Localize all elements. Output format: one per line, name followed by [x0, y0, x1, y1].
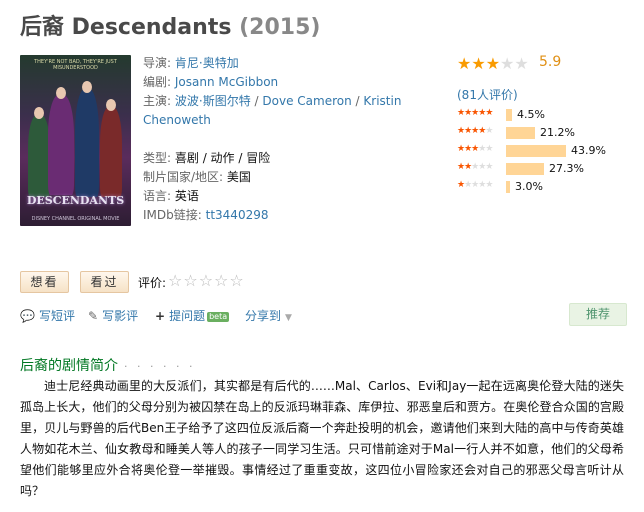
- rating-percent: 21.2%: [540, 126, 575, 139]
- synopsis-heading-dots: · · · · · ·: [124, 360, 196, 373]
- toolbar: 💬 写短评 ✎ 写影评 + 提问题 beta 分享到 ▼ 推荐: [20, 303, 627, 326]
- country-value: 美国: [226, 170, 251, 184]
- rating-percent: 27.3%: [549, 162, 584, 175]
- movie-title: 后裔 Descendants: [20, 15, 232, 40]
- small-stars-icon: ★★★★★: [457, 144, 493, 154]
- country-row: 制片国家/地区: 美国: [143, 168, 393, 187]
- rating-percent: 3.0%: [515, 180, 543, 193]
- poster-logo: DESCENDANTS: [26, 194, 125, 207]
- poster-figure: [28, 115, 50, 197]
- rating-bar: [506, 145, 566, 157]
- chevron-down-icon: ▼: [285, 313, 292, 323]
- country-label: 制片国家/地区:: [143, 170, 224, 184]
- cast-row-wrap-spacer: [143, 130, 393, 149]
- small-stars-icon: ★★★★★: [457, 162, 493, 172]
- movie-info: 导演: 肯尼·奥特加 编剧: Josann McGibbon 主演: 波波·斯图…: [143, 54, 401, 225]
- rating-stars: ★★★★★: [457, 54, 529, 73]
- rating-dist-row: ★★★★★ 21.2%: [457, 126, 627, 140]
- rating-bar: [506, 127, 535, 139]
- star-icon: ★: [500, 54, 515, 73]
- rating-dist-row: ★★★★★ 4.5%: [457, 108, 627, 122]
- star-icon: ★: [457, 54, 472, 73]
- rate-label: 评价:: [138, 276, 167, 290]
- language-label: 语言:: [143, 189, 172, 203]
- writer-row: 编剧: Josann McGibbon: [143, 73, 393, 92]
- poster-figure: [75, 89, 99, 197]
- poster-tagline: THEY'RE NOT BAD, THEY'RE JUST MISUNDERST…: [34, 59, 117, 71]
- genre-value: 喜剧 / 动作 / 冒险: [174, 151, 271, 165]
- genre-label: 类型:: [143, 151, 172, 165]
- director-label: 导演:: [143, 56, 172, 70]
- small-stars-icon: ★★★★★: [457, 180, 493, 190]
- poster-face: [82, 81, 92, 93]
- share-label: 分享到: [245, 309, 282, 323]
- director-row: 导演: 肯尼·奥特加: [143, 54, 393, 73]
- comment-icon: 💬: [20, 309, 35, 323]
- page-title: 后裔 Descendants (2015): [20, 9, 320, 41]
- cast-link[interactable]: 波波·斯图尔特: [175, 94, 251, 108]
- rating-count-link[interactable]: (81人评价): [457, 88, 518, 102]
- write-review-link[interactable]: ✎ 写影评: [88, 307, 138, 324]
- star-icon: ★: [471, 54, 486, 73]
- write-short-review-link[interactable]: 💬 写短评: [20, 307, 75, 324]
- poster-face: [106, 99, 116, 111]
- imdb-row: IMDb链接: tt3440298: [143, 206, 393, 225]
- poster-figure: [100, 107, 122, 197]
- rating-dist-row: ★★★★★ 3.0%: [457, 180, 627, 194]
- rating-bar: [506, 181, 510, 193]
- writer-link[interactable]: Josann McGibbon: [175, 75, 278, 89]
- synopsis-text: 迪士尼经典动画里的大反派们，其实都是有后代的……Mal、Carlos、Evi和J…: [20, 379, 624, 498]
- cast-link[interactable]: Dove Cameron: [262, 94, 351, 108]
- rating-dist-row: ★★★★★ 27.3%: [457, 162, 627, 176]
- poster-face: [34, 107, 44, 119]
- plus-icon: +: [155, 309, 166, 323]
- synopsis-heading-text: 后裔的剧情简介: [20, 358, 118, 374]
- rating-bar: [506, 163, 544, 175]
- watched-button[interactable]: 看过: [80, 271, 129, 293]
- rating-count: (81人评价): [457, 86, 518, 103]
- star-icon: ★: [485, 54, 501, 73]
- imdb-label: IMDb链接:: [143, 208, 202, 222]
- rating-bar: [506, 109, 512, 121]
- ask-question-link[interactable]: + 提问题 beta: [155, 307, 230, 324]
- movie-year: (2015): [239, 15, 321, 40]
- share-dropdown[interactable]: 分享到 ▼: [245, 307, 292, 324]
- rating-percent: 43.9%: [571, 144, 606, 157]
- poster-figure: [48, 95, 74, 195]
- poster-face: [56, 87, 66, 99]
- rate-stars-input[interactable]: ☆☆☆☆☆: [168, 271, 245, 290]
- cast-separator: /: [355, 94, 360, 108]
- imdb-link[interactable]: tt3440298: [206, 208, 269, 222]
- pencil-icon: ✎: [88, 309, 99, 323]
- write-review-label: 写影评: [102, 309, 139, 323]
- genre-row: 类型: 喜剧 / 动作 / 冒险: [143, 149, 393, 168]
- small-stars-icon: ★★★★★: [457, 108, 493, 118]
- writer-label: 编剧:: [143, 75, 172, 89]
- cast-label: 主演:: [143, 94, 172, 108]
- director-link[interactable]: 肯尼·奥特加: [175, 56, 239, 70]
- ask-question-label: 提问题: [169, 309, 206, 323]
- rating-dist-row: ★★★★★ 43.9%: [457, 144, 627, 158]
- rating-score: 5.9: [539, 54, 562, 70]
- star-icon: ★: [514, 54, 529, 73]
- beta-badge: beta: [207, 312, 230, 322]
- write-short-review-label: 写短评: [38, 309, 75, 323]
- movie-poster[interactable]: THEY'RE NOT BAD, THEY'RE JUST MISUNDERST…: [20, 55, 131, 226]
- language-value: 英语: [174, 189, 199, 203]
- cast-separator: /: [254, 94, 259, 108]
- small-stars-icon: ★★★★★: [457, 126, 493, 136]
- poster-bottom-text: DISNEY CHANNEL ORIGINAL MOVIE: [31, 216, 120, 222]
- recommend-button[interactable]: 推荐: [569, 303, 627, 326]
- cast-row: 主演: 波波·斯图尔特 / Dove Cameron / Kristin Che…: [143, 92, 401, 130]
- rating-percent: 4.5%: [517, 108, 545, 121]
- want-to-watch-button[interactable]: 想看: [20, 271, 69, 293]
- language-row: 语言: 英语: [143, 187, 393, 206]
- synopsis-heading: 后裔的剧情简介 · · · · · ·: [20, 355, 195, 375]
